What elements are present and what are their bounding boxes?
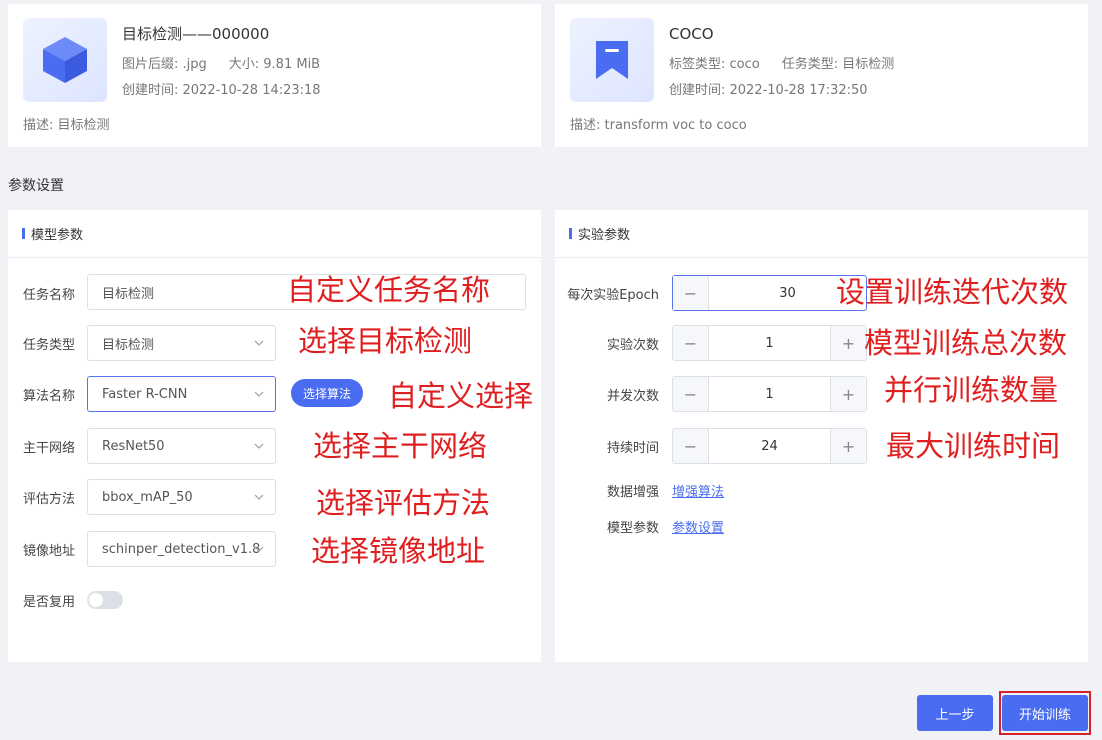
dataset-title: 目标检测——000000 [122, 25, 270, 43]
label-created: 创建时间: 2022-10-28 17:32:50 [669, 83, 868, 98]
previous-step-button[interactable]: 上一步 [917, 695, 993, 731]
runs-increment-button[interactable]: + [830, 326, 866, 360]
image-select[interactable]: schinper_detection_v1.8 [87, 531, 276, 567]
model-params-title: 模型参数 [31, 228, 84, 243]
eval-select[interactable]: bbox_mAP_50 [87, 479, 276, 515]
annotation-epoch: 设置训练迭代次数 [836, 275, 1069, 309]
augment-link[interactable]: 增强算法 [672, 481, 724, 500]
annotation-concurrency: 并行训练数量 [884, 373, 1059, 407]
augment-label: 数据增强 [606, 485, 659, 500]
dataset-card: 目标检测——000000 图片后缀: .jpg 大小: 9.81 MiB 创建时间… [8, 4, 541, 147]
annotation-runs: 模型训练总次数 [864, 326, 1068, 360]
concurrency-value[interactable]: 1 [709, 377, 830, 411]
task-type-value: 目标检测 [102, 337, 155, 353]
model-params-header: 模型参数 [8, 210, 541, 258]
task-name-label: 任务名称 [23, 288, 76, 303]
duration-decrement-button[interactable]: − [673, 429, 709, 463]
image-value: schinper_detection_v1.8 [102, 541, 261, 557]
algo-label: 算法名称 [23, 389, 76, 404]
backbone-label: 主干网络 [23, 441, 76, 456]
label-description: 描述: transform voc to coco [570, 118, 747, 133]
bookmark-icon [596, 41, 628, 79]
toggle-knob [89, 593, 103, 607]
label-type: 标签类型: coco [669, 57, 760, 72]
eval-label: 评估方法 [23, 492, 76, 507]
task-type-select[interactable]: 目标检测 [87, 325, 276, 361]
concurrency-label: 并发次数 [606, 389, 659, 404]
dataset-created: 创建时间: 2022-10-28 14:23:18 [122, 83, 321, 98]
duration-stepper[interactable]: − 24 + [672, 428, 867, 464]
reuse-label: 是否复用 [23, 595, 76, 610]
chevron-down-icon [254, 494, 264, 500]
exp-params-header: 实验参数 [555, 210, 1088, 258]
chevron-down-icon [254, 443, 264, 449]
dataset-description: 描述: 目标检测 [23, 118, 110, 133]
start-button-highlight [999, 691, 1091, 735]
annotation-backbone: 选择主干网络 [313, 429, 488, 463]
epoch-decrement-button[interactable]: − [673, 276, 709, 310]
annotation-image: 选择镜像地址 [311, 534, 486, 568]
task-type-label: 任务类型 [23, 338, 76, 353]
chevron-down-icon [254, 546, 264, 552]
runs-value[interactable]: 1 [709, 326, 830, 360]
model-params-link[interactable]: 参数设置 [672, 517, 724, 536]
dataset-suffix: 图片后缀: .jpg [122, 57, 207, 72]
cube-icon [43, 37, 87, 83]
annotation-eval: 选择评估方法 [316, 486, 491, 520]
dataset-size: 大小: 9.81 MiB [228, 57, 321, 72]
duration-label: 持续时间 [606, 441, 659, 456]
duration-value[interactable]: 24 [709, 429, 830, 463]
duration-increment-button[interactable]: + [830, 429, 866, 463]
image-label: 镜像地址 [23, 544, 76, 559]
task-name-value: 目标检测 [102, 286, 155, 302]
runs-decrement-button[interactable]: − [673, 326, 709, 360]
label-card: COCO 标签类型: coco 任务类型: 目标检测 创建时间: 2022-10-… [555, 4, 1088, 147]
algo-value: Faster R-CNN [102, 386, 188, 402]
concurrency-increment-button[interactable]: + [830, 377, 866, 411]
eval-value: bbox_mAP_50 [102, 489, 193, 505]
label-task-type: 任务类型: 目标检测 [781, 57, 895, 72]
backbone-select[interactable]: ResNet50 [87, 428, 276, 464]
concurrency-decrement-button[interactable]: − [673, 377, 709, 411]
select-algorithm-button[interactable]: 选择算法 [291, 379, 363, 407]
header-accent-bar [569, 228, 572, 239]
chevron-down-icon [254, 391, 264, 397]
label-thumbnail [570, 18, 654, 102]
exp-params-title: 实验参数 [578, 228, 631, 243]
annotation-duration: 最大训练时间 [886, 429, 1061, 463]
dataset-thumbnail [23, 18, 107, 102]
section-title: 参数设置 [8, 178, 64, 194]
annotation-task-type: 选择目标检测 [298, 324, 473, 358]
concurrency-stepper[interactable]: − 1 + [672, 376, 867, 412]
runs-label: 实验次数 [606, 338, 659, 353]
reuse-toggle[interactable] [87, 591, 123, 609]
backbone-value: ResNet50 [102, 438, 165, 454]
runs-stepper[interactable]: − 1 + [672, 325, 867, 361]
annotation-task-name: 自定义任务名称 [287, 273, 491, 307]
chevron-down-icon [254, 340, 264, 346]
annotation-algo: 自定义选择 [388, 379, 534, 413]
epoch-label: 每次实验Epoch [567, 288, 659, 303]
label-title: COCO [669, 25, 714, 43]
algo-select[interactable]: Faster R-CNN [87, 376, 276, 412]
header-accent-bar [22, 228, 25, 239]
model-params-label: 模型参数 [606, 521, 659, 536]
